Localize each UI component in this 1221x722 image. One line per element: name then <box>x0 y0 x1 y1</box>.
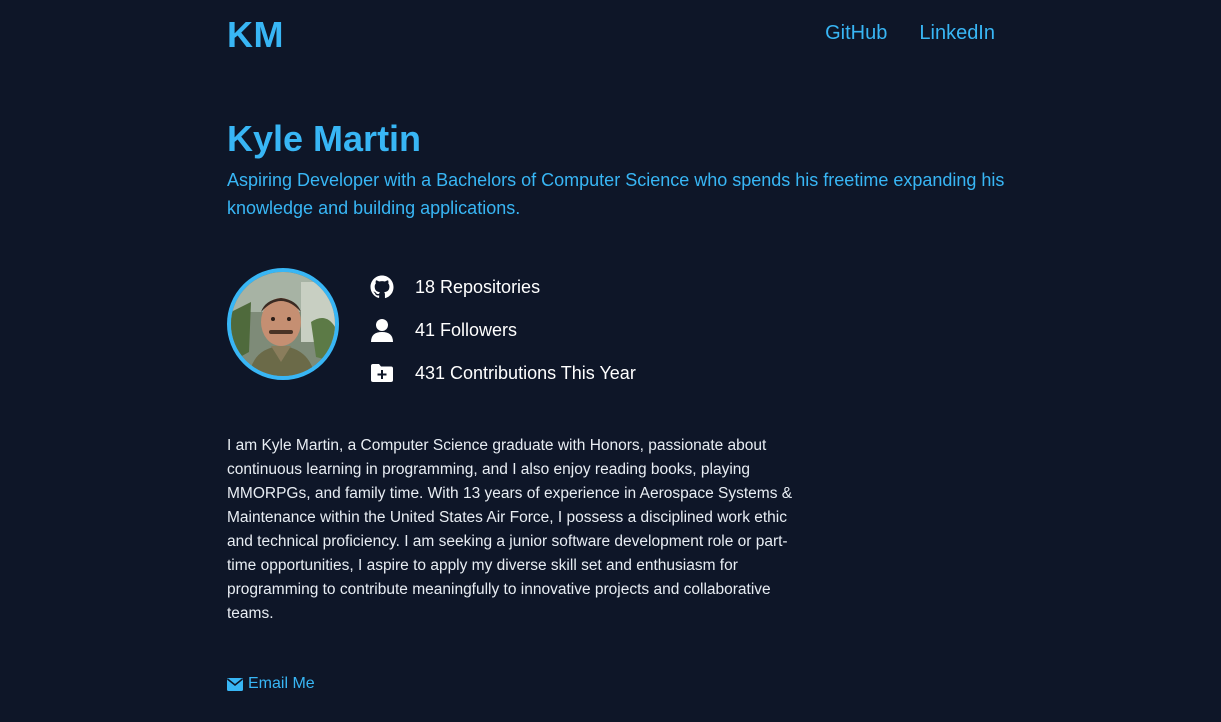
stat-contributions: 431 Contributions This Year <box>369 358 689 388</box>
email-me-link[interactable]: Email Me <box>227 675 315 693</box>
site-header: KM GitHub LinkedIn <box>227 0 995 70</box>
profile-section: 18 Repositories 41 Followers 431 Contrib… <box>227 268 636 383</box>
hero-tagline: Aspiring Developer with a Bachelors of C… <box>227 170 1005 218</box>
top-nav: GitHub LinkedIn <box>825 22 995 45</box>
stat-contributions-label: 431 Contributions This Year <box>415 362 636 383</box>
nav-linkedin-link[interactable]: LinkedIn <box>919 22 995 45</box>
stat-repositories: 18 Repositories <box>369 272 689 302</box>
page: KM GitHub LinkedIn Kyle Martin Aspiring … <box>0 0 1221 722</box>
stat-followers: 41 Followers <box>369 315 689 345</box>
nav-github-link[interactable]: GitHub <box>825 22 887 45</box>
logo-link[interactable]: KM <box>227 14 284 56</box>
email-me-label: Email Me <box>248 675 315 692</box>
stats-list: 18 Repositories 41 Followers 431 Contrib… <box>369 272 689 401</box>
github-icon <box>369 274 395 300</box>
profile-photo <box>231 272 335 376</box>
stat-repositories-label: 18 Repositories <box>415 276 541 297</box>
bio-paragraph: I am Kyle Martin, a Computer Science gra… <box>227 437 793 622</box>
hero-name: Kyle Martin <box>227 118 422 159</box>
folder-plus-icon <box>369 360 395 386</box>
envelope-icon <box>227 677 243 691</box>
avatar <box>227 268 339 380</box>
stat-followers-label: 41 Followers <box>415 319 518 340</box>
user-icon <box>369 317 395 343</box>
main-container: KM GitHub LinkedIn Kyle Martin Aspiring … <box>227 0 1004 692</box>
